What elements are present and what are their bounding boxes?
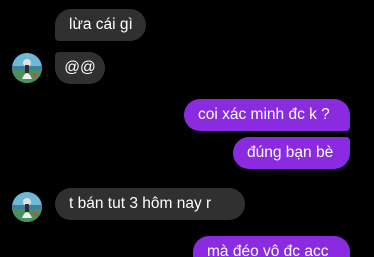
incoming-message[interactable]: lừa cái gì (55, 9, 146, 41)
outgoing-message[interactable]: đúng bạn bè (233, 137, 350, 169)
outgoing-message[interactable]: coi xác minh đc k ? (184, 99, 350, 131)
chat-thread: lừa cái gì @@ coi xác minh đc k ? đúng b… (0, 0, 374, 257)
contact-avatar[interactable] (12, 53, 42, 83)
avatar-image (12, 192, 42, 222)
incoming-message[interactable]: @@ (55, 52, 105, 84)
incoming-message[interactable]: t bán tut 3 hôm nay r (55, 188, 245, 220)
contact-avatar[interactable] (12, 192, 42, 222)
outgoing-message[interactable]: mà đéo vô đc acc (193, 236, 350, 257)
avatar-image (12, 53, 42, 83)
